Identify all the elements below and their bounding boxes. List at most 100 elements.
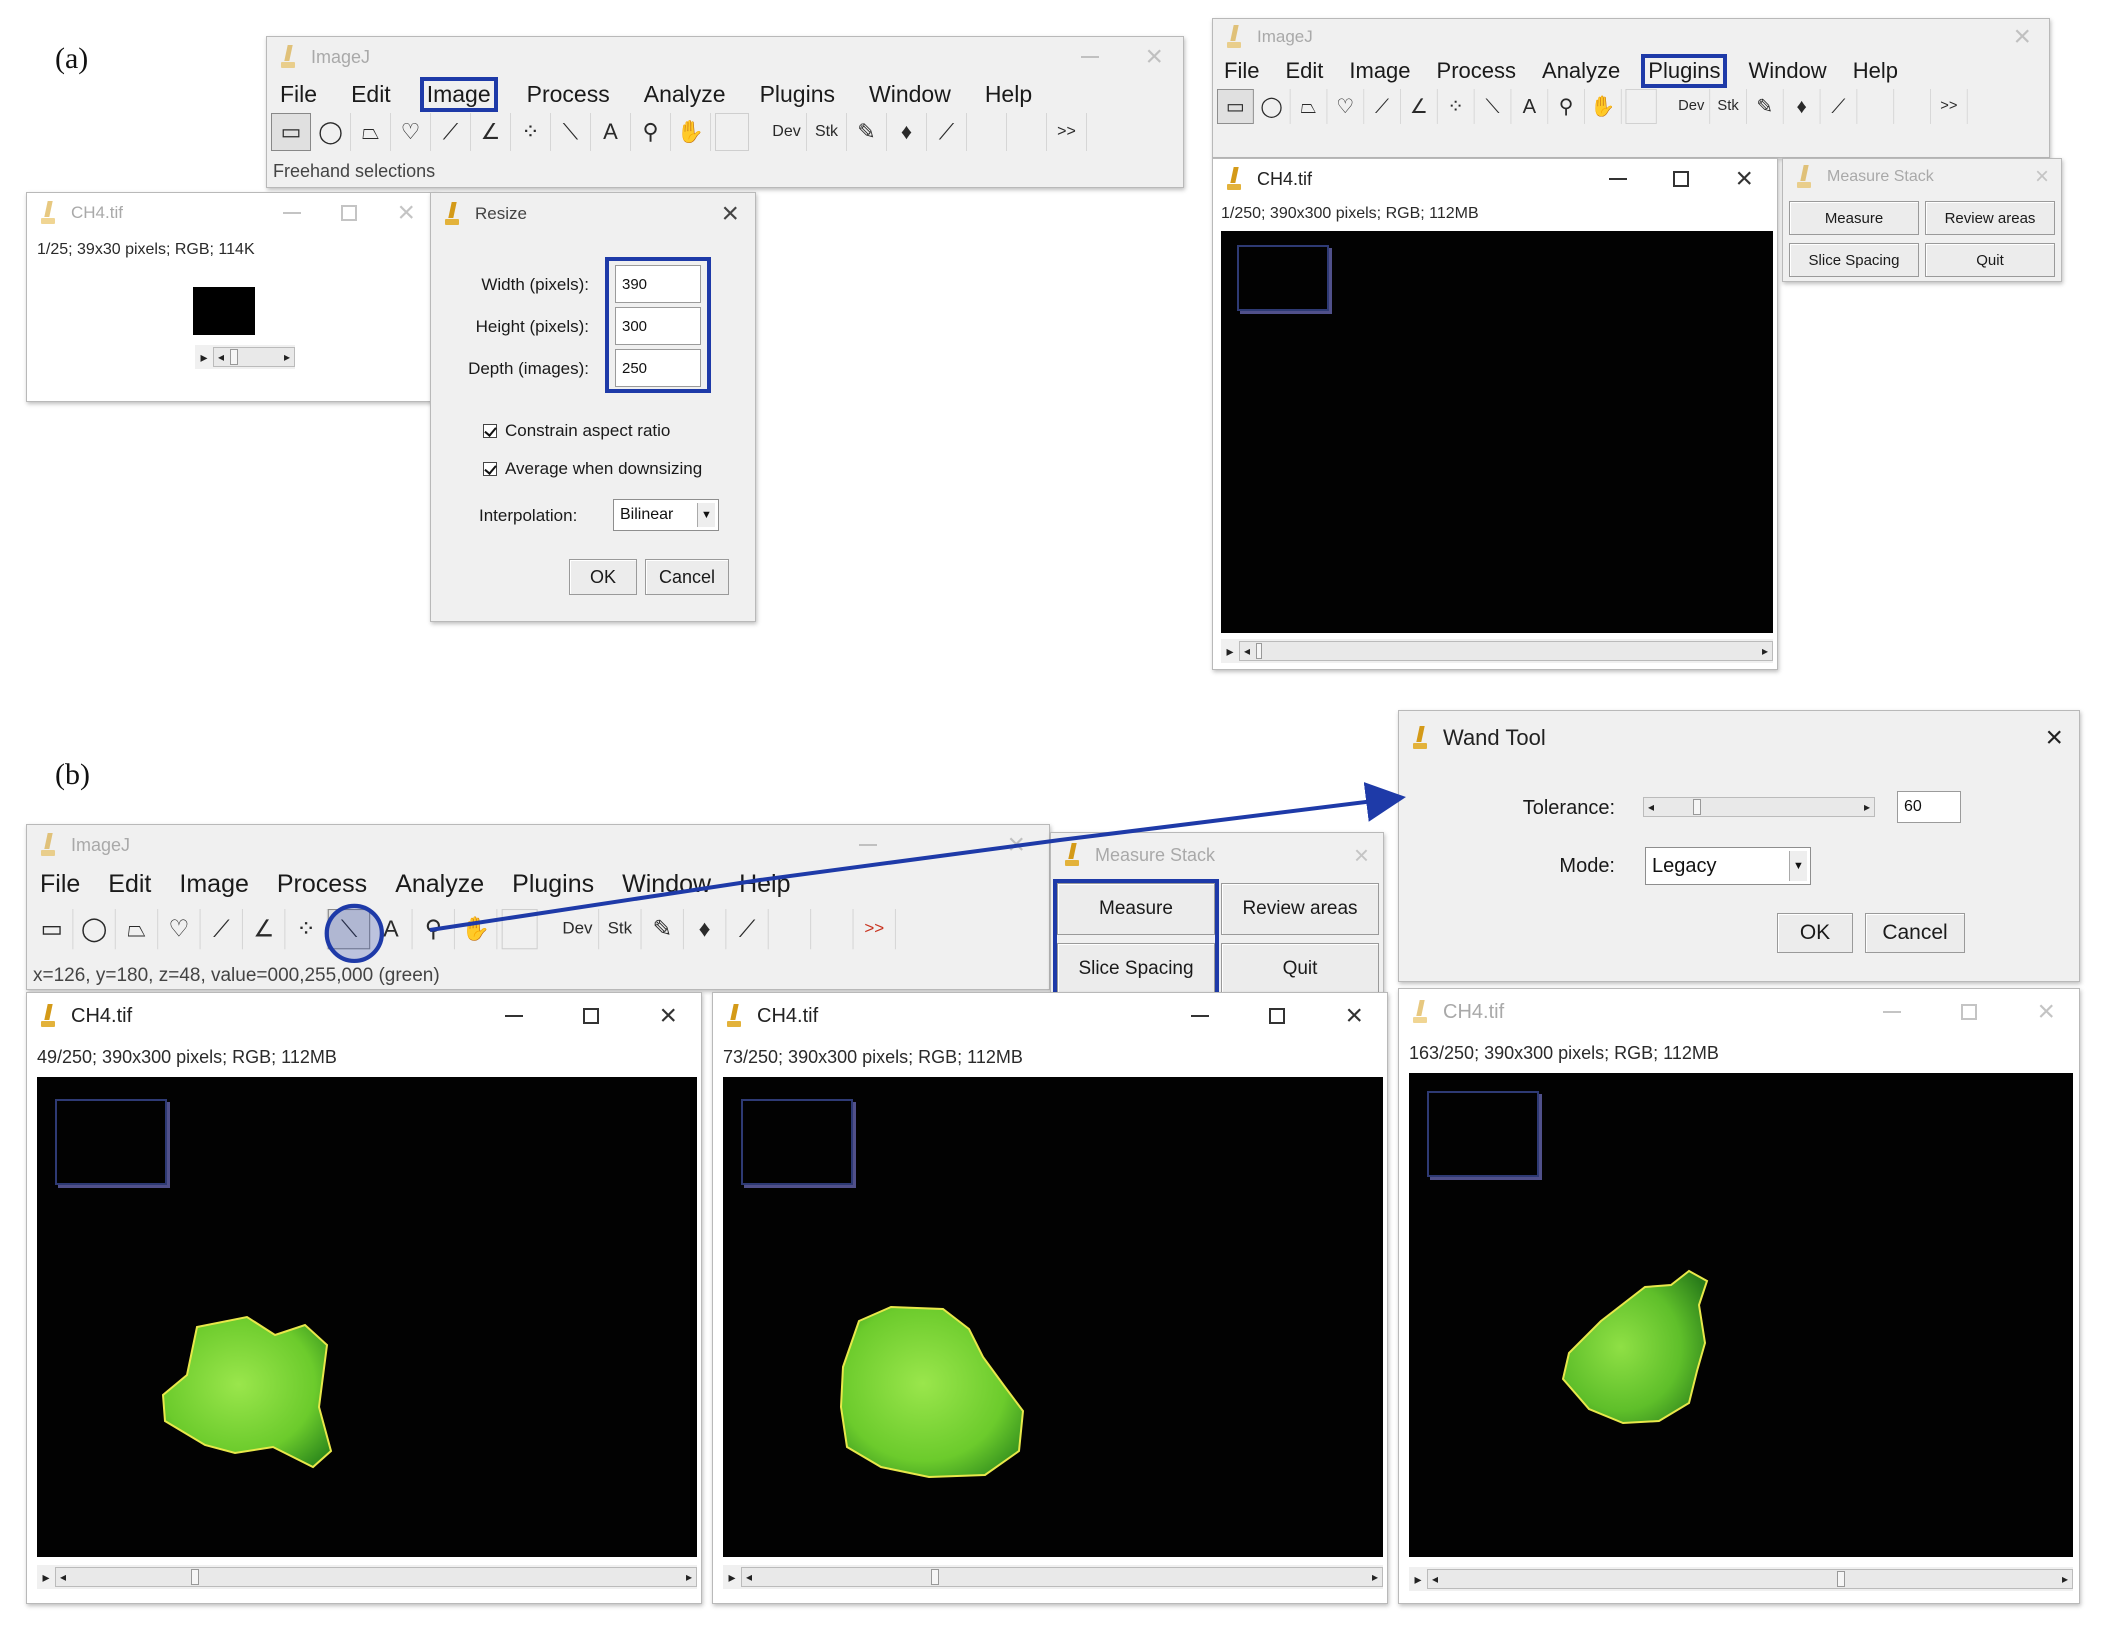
resize-ok-button[interactable]: OK — [569, 559, 637, 595]
scroll-thumb[interactable] — [1837, 1571, 1846, 1587]
freehand-tool-icon[interactable]: ♡ — [158, 909, 201, 950]
close-icon[interactable]: × — [1345, 1001, 1363, 1031]
close-icon[interactable]: × — [1354, 842, 1369, 868]
small-window-scrollbar[interactable]: ▸ ◂ ▸ — [195, 345, 295, 369]
flood-fill-tool-icon[interactable]: ♦ — [1784, 89, 1821, 124]
scroll-thumb[interactable] — [1256, 643, 1262, 659]
tolerance-slider[interactable]: ◂ ▸ — [1643, 795, 1875, 819]
close-icon[interactable]: × — [1145, 42, 1163, 72]
stack-a-scrollbar[interactable]: ▸ ◂ ▸ — [1221, 639, 1773, 663]
scroll-right-icon[interactable]: ▸ — [682, 1568, 696, 1586]
freehand-tool-icon[interactable]: ♡ — [1327, 89, 1365, 124]
menu-edit[interactable]: Edit — [346, 80, 396, 109]
flood-fill-tool-icon[interactable]: ♦ — [684, 909, 727, 950]
slice-canvas-1[interactable] — [37, 1077, 697, 1557]
minimize-icon[interactable] — [283, 212, 302, 214]
brush-tool-icon[interactable]: ✎ — [642, 909, 684, 950]
brush-tool-icon[interactable]: ✎ — [1747, 89, 1784, 124]
scroll-right-icon[interactable]: ▸ — [1860, 798, 1874, 816]
stk-tool[interactable]: Stk — [599, 909, 642, 950]
menu-image[interactable]: Image — [1344, 57, 1415, 85]
rectangle-tool-icon[interactable]: ▭ — [271, 113, 311, 151]
play-icon[interactable]: ▸ — [195, 349, 213, 366]
oval-tool-icon[interactable]: ◯ — [73, 909, 116, 950]
scroll-left-icon[interactable]: ◂ — [1240, 642, 1254, 660]
angle-tool-icon[interactable]: ∠ — [243, 909, 286, 950]
minimize-icon[interactable] — [505, 1015, 524, 1017]
close-icon[interactable]: × — [1007, 830, 1025, 860]
color-picker-icon[interactable] — [715, 113, 749, 151]
stack-canvas-a[interactable] — [1221, 231, 1773, 633]
menu-process[interactable]: Process — [272, 869, 372, 900]
minimize-icon[interactable] — [859, 844, 878, 846]
wand-tool-icon[interactable]: ⟍ — [1475, 89, 1512, 124]
scroll-right-icon[interactable]: ▸ — [1368, 1568, 1382, 1586]
menu-analyze[interactable]: Analyze — [390, 869, 489, 900]
mode-select[interactable]: Legacy ▼ — [1645, 847, 1811, 885]
magnifier-tool-icon[interactable]: ⚲ — [413, 909, 455, 950]
oval-tool-icon[interactable]: ◯ — [311, 113, 351, 151]
play-icon[interactable]: ▸ — [37, 1569, 55, 1586]
freehand-tool-icon[interactable]: ♡ — [391, 113, 431, 151]
close-icon[interactable]: × — [721, 199, 739, 229]
scroll-right-icon[interactable]: ▸ — [2058, 1570, 2072, 1588]
review-areas-button-b[interactable]: Review areas — [1221, 883, 1379, 935]
dev-tool[interactable]: Dev — [557, 909, 600, 950]
play-icon[interactable]: ▸ — [1221, 643, 1239, 660]
menu-plugins[interactable]: Plugins — [1641, 54, 1728, 88]
scroll-left-icon[interactable]: ◂ — [214, 348, 228, 366]
menu-file[interactable]: File — [35, 869, 85, 900]
slice-spacing-button-a[interactable]: Slice Spacing — [1789, 243, 1919, 277]
stk-tool[interactable]: Stk — [1710, 89, 1747, 124]
quit-button-b[interactable]: Quit — [1221, 943, 1379, 995]
review-areas-button-a[interactable]: Review areas — [1925, 201, 2055, 235]
menu-analyze[interactable]: Analyze — [639, 80, 731, 109]
wand-tool-icon[interactable]: ⟍ — [551, 113, 591, 151]
scroll-right-icon[interactable]: ▸ — [280, 348, 294, 366]
scroll-thumb[interactable] — [931, 1569, 940, 1585]
pencil-tool-icon[interactable]: ⟋ — [726, 909, 769, 950]
slice-window-1-scrollbar[interactable]: ▸ ◂ ▸ — [37, 1565, 697, 1589]
dev-tool[interactable]: Dev — [767, 113, 807, 151]
slice-canvas-3[interactable] — [1409, 1073, 2073, 1557]
scroll-right-icon[interactable]: ▸ — [1758, 642, 1772, 660]
close-icon[interactable]: × — [2037, 997, 2055, 1027]
resize-cancel-button[interactable]: Cancel — [645, 559, 729, 595]
hand-tool-icon[interactable]: ✋ — [671, 113, 711, 151]
polygon-tool-icon[interactable]: ⏢ — [351, 113, 391, 151]
average-downsizing-checkbox[interactable]: Average when downsizing — [483, 459, 702, 479]
color-picker-icon[interactable] — [1625, 89, 1657, 124]
measure-button-a[interactable]: Measure — [1789, 201, 1919, 235]
minimize-icon[interactable] — [1191, 1015, 1210, 1017]
close-icon[interactable]: × — [2045, 723, 2063, 753]
minimize-icon[interactable] — [1609, 178, 1628, 180]
flood-fill-tool-icon[interactable]: ♦ — [887, 113, 927, 151]
slice-window-2-scrollbar[interactable]: ▸ ◂ ▸ — [723, 1565, 1383, 1589]
oval-tool-icon[interactable]: ◯ — [1254, 89, 1291, 124]
constrain-aspect-checkbox[interactable]: Constrain aspect ratio — [483, 421, 670, 441]
menu-process[interactable]: Process — [522, 80, 615, 109]
rectangle-tool-icon[interactable]: ▭ — [1217, 89, 1254, 124]
more-tools-button[interactable]: >> — [854, 909, 896, 950]
text-tool-icon[interactable]: A — [1511, 89, 1549, 124]
interpolation-select[interactable]: Bilinear ▼ — [613, 499, 719, 531]
minimize-icon[interactable] — [1883, 1011, 1902, 1013]
point-tool-icon[interactable]: ⁘ — [285, 909, 328, 950]
pencil-tool-icon[interactable]: ⟋ — [927, 113, 967, 151]
menu-plugins[interactable]: Plugins — [755, 80, 840, 109]
close-icon[interactable]: × — [397, 198, 415, 228]
menu-process[interactable]: Process — [1432, 57, 1521, 85]
text-tool-icon[interactable]: A — [591, 113, 631, 151]
menu-image[interactable]: Image — [419, 76, 498, 112]
scroll-left-icon[interactable]: ◂ — [1644, 798, 1658, 816]
scroll-left-icon[interactable]: ◂ — [742, 1568, 756, 1586]
scroll-left-icon[interactable]: ◂ — [1428, 1570, 1442, 1588]
magnifier-tool-icon[interactable]: ⚲ — [631, 113, 671, 151]
menu-window[interactable]: Window — [1743, 57, 1831, 85]
menu-file[interactable]: File — [1219, 57, 1264, 85]
menu-help[interactable]: Help — [1848, 57, 1903, 85]
rectangle-tool-icon[interactable]: ▭ — [31, 909, 74, 950]
menu-edit[interactable]: Edit — [1280, 57, 1328, 85]
dev-tool[interactable]: Dev — [1673, 89, 1711, 124]
tolerance-field[interactable]: 60 — [1897, 791, 1961, 823]
